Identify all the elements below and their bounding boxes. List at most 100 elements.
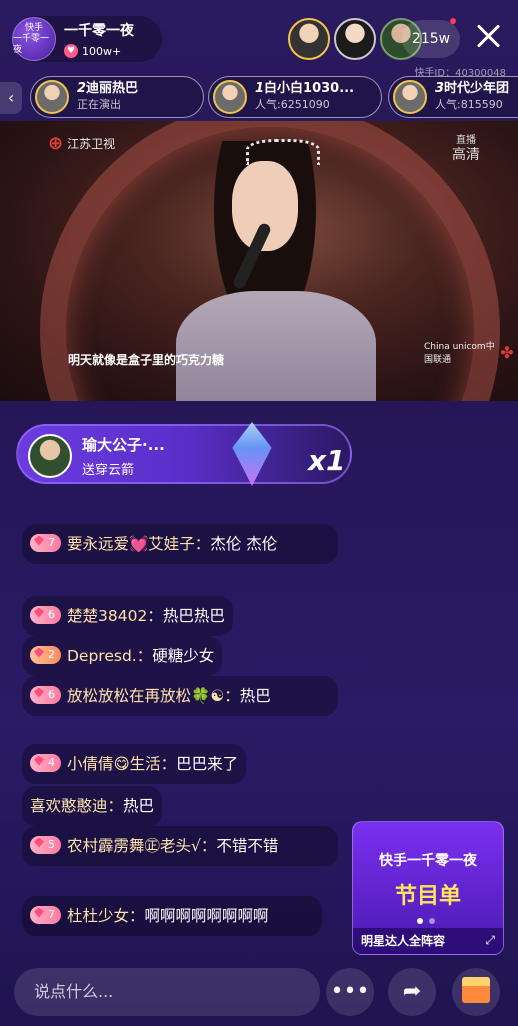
expand-icon[interactable]: ⤢ bbox=[485, 933, 495, 948]
rank-number: 2 bbox=[77, 81, 87, 96]
chat-username[interactable]: 喜欢憨憨迪： bbox=[30, 797, 123, 815]
rank-card[interactable]: 2迪丽热巴 正在演出 bbox=[30, 76, 204, 118]
live-video[interactable]: ⊕ 江苏卫视 直播 高清 明天就像是盒子里的巧克力糖 China unicom中… bbox=[0, 121, 518, 401]
host-pill[interactable]: 快手 一千零一夜 一千零一夜 ♥ 100w+ bbox=[12, 16, 162, 62]
level-badge: 6 bbox=[30, 685, 61, 704]
rank-card[interactable]: 1白小白1030... 人气:6251090 bbox=[208, 76, 382, 118]
close-icon[interactable] bbox=[472, 20, 504, 52]
level-number: 4 bbox=[48, 755, 55, 769]
viewer-count[interactable]: 215w bbox=[402, 20, 460, 58]
chat-username[interactable]: 楚楚38402： bbox=[67, 607, 163, 625]
chat-text: 不错不错 bbox=[216, 837, 279, 855]
chat-username[interactable]: 小倩倩😋生活： bbox=[67, 755, 176, 773]
rank-bar: ‹ 2迪丽热巴 正在演出 1白小白1030... 人气:6251090 3时代少… bbox=[0, 76, 518, 120]
level-badge: 6 bbox=[30, 605, 61, 624]
rank-name: 2迪丽热巴 bbox=[77, 81, 138, 97]
quality-text: 高清 bbox=[452, 147, 480, 163]
chat-message[interactable]: 2 Depresd.：硬糖少女 bbox=[22, 636, 223, 676]
share-button[interactable]: ➦ bbox=[388, 968, 436, 1016]
rank-card[interactable]: 3时代少年团 人气:815590 bbox=[388, 76, 518, 118]
chat-username[interactable]: Depresd.： bbox=[67, 647, 152, 665]
channel-mark-icon: ⊕ bbox=[48, 133, 64, 154]
gem-icon bbox=[34, 837, 44, 848]
rank-text: 2迪丽热巴 正在演出 bbox=[77, 81, 138, 113]
level-badge: 4 bbox=[30, 753, 61, 772]
channel-name: 江苏卫视 bbox=[67, 137, 116, 151]
chat-message[interactable]: 6 楚楚38402：热巴热巴 bbox=[22, 596, 233, 636]
chat-text: 杰伦 杰伦 bbox=[210, 535, 278, 553]
host-popularity-value: 100w+ bbox=[82, 44, 122, 58]
host-name: 一千零一夜 bbox=[64, 23, 134, 39]
rank-number: 1 bbox=[255, 81, 265, 96]
rank-text: 1白小白1030... 人气:6251090 bbox=[255, 81, 354, 113]
heart-icon: ♥ bbox=[64, 44, 78, 58]
level-number: 6 bbox=[48, 607, 55, 621]
program-title: 节目单 bbox=[394, 884, 461, 909]
tiara bbox=[246, 139, 320, 165]
gift-sender-avatar[interactable] bbox=[28, 434, 72, 478]
gem-icon bbox=[34, 755, 44, 766]
rank-name-text: 白小白1030... bbox=[264, 81, 355, 96]
unicom-knot-icon: ✤ bbox=[500, 343, 514, 362]
rank-avatar bbox=[35, 80, 69, 114]
level-badge: 5 bbox=[30, 835, 61, 854]
host-info: 一千零一夜 ♥ 100w+ bbox=[64, 20, 134, 58]
chat-text: 热巴 bbox=[239, 687, 271, 705]
chat-username[interactable]: 杜杜少女： bbox=[67, 907, 145, 925]
carousel-dot bbox=[429, 918, 435, 924]
host-avatar[interactable]: 快手 一千零一夜 bbox=[12, 17, 56, 61]
more-button[interactable]: ••• bbox=[326, 968, 374, 1016]
sponsor-text: China unicom中国联通 bbox=[424, 342, 495, 365]
program-card[interactable]: 快手一千零一夜 节目单 明星达人全阵容 ⤢ bbox=[352, 821, 504, 955]
host-avatar-line1: 快手 bbox=[24, 22, 43, 33]
gem-icon bbox=[34, 687, 44, 698]
level-badge: 7 bbox=[30, 533, 61, 552]
chat-text: 热巴 bbox=[123, 797, 155, 815]
bottom-bar: 说点什么... ••• ➦ bbox=[0, 964, 518, 1020]
chat-text: 巴巴来了 bbox=[176, 755, 239, 773]
chat-message[interactable]: 4 小倩倩😋生活：巴巴来了 bbox=[22, 744, 247, 784]
rank-status: 人气:6251090 bbox=[255, 98, 330, 111]
gem-icon bbox=[34, 647, 44, 658]
gem-icon bbox=[34, 907, 44, 918]
chat-message[interactable]: 6 放松放松在再放松🍀☯：热巴 bbox=[22, 676, 338, 716]
chat-message[interactable]: 5 农村霹雳舞㊣老头√：不错不错 bbox=[22, 826, 338, 866]
singer-dress bbox=[176, 291, 376, 401]
rank-name-text: 时代少年团 bbox=[444, 81, 510, 96]
gift-button[interactable] bbox=[452, 968, 500, 1016]
program-footer: 明星达人全阵容 bbox=[353, 928, 503, 954]
channel-logo: ⊕ 江苏卫视 bbox=[48, 133, 115, 154]
chat-message[interactable]: 7 要永远爱💓艾娃子：杰伦 杰伦 bbox=[22, 524, 338, 564]
quality-label: 直播 高清 bbox=[452, 133, 480, 163]
program-brand: 快手一千零一夜 bbox=[379, 853, 477, 869]
gift-box-icon bbox=[462, 977, 490, 1003]
comment-input[interactable]: 说点什么... bbox=[14, 968, 320, 1016]
rank-status: 人气:815590 bbox=[435, 98, 503, 111]
level-number: 7 bbox=[48, 535, 55, 549]
viewer-avatar[interactable] bbox=[334, 18, 376, 60]
chat-message[interactable]: 喜欢憨憨迪：热巴 bbox=[22, 786, 163, 826]
rank-text: 3时代少年团 人气:815590 bbox=[435, 81, 509, 113]
gift-sender-name[interactable]: 瑜大公子·... bbox=[82, 434, 165, 455]
level-badge: 2 bbox=[30, 645, 61, 664]
viewer-avatar[interactable] bbox=[288, 18, 330, 60]
host-popularity: ♥ 100w+ bbox=[64, 44, 134, 58]
carousel-dots bbox=[417, 918, 435, 924]
chat-text: 啊啊啊啊啊啊啊啊 bbox=[144, 907, 269, 925]
chat-message[interactable]: 7 杜杜少女：啊啊啊啊啊啊啊啊 bbox=[22, 896, 322, 936]
gem-icon bbox=[34, 607, 44, 618]
level-number: 5 bbox=[48, 837, 55, 851]
chat-username[interactable]: 放松放松在再放松🍀☯： bbox=[67, 687, 240, 705]
gem-icon bbox=[34, 535, 44, 546]
rank-name: 3时代少年团 bbox=[435, 81, 509, 97]
chat-username[interactable]: 要永远爱💓艾娃子： bbox=[67, 535, 210, 553]
top-bar: 快手 一千零一夜 一千零一夜 ♥ 100w+ 215w 快手ID：4030004… bbox=[0, 0, 518, 79]
host-avatar-line2: 一千零一夜 bbox=[13, 33, 50, 55]
chat-text: 硬糖少女 bbox=[152, 647, 215, 665]
gift-multiplier: x1 bbox=[308, 444, 346, 477]
chat-username[interactable]: 农村霹雳舞㊣老头√： bbox=[67, 837, 216, 855]
chevron-left-icon[interactable]: ‹ bbox=[0, 82, 22, 114]
carousel-dot bbox=[417, 918, 423, 924]
level-number: 2 bbox=[48, 647, 55, 661]
video-subtitle: 明天就像是盒子里的巧克力糖 bbox=[68, 353, 225, 367]
